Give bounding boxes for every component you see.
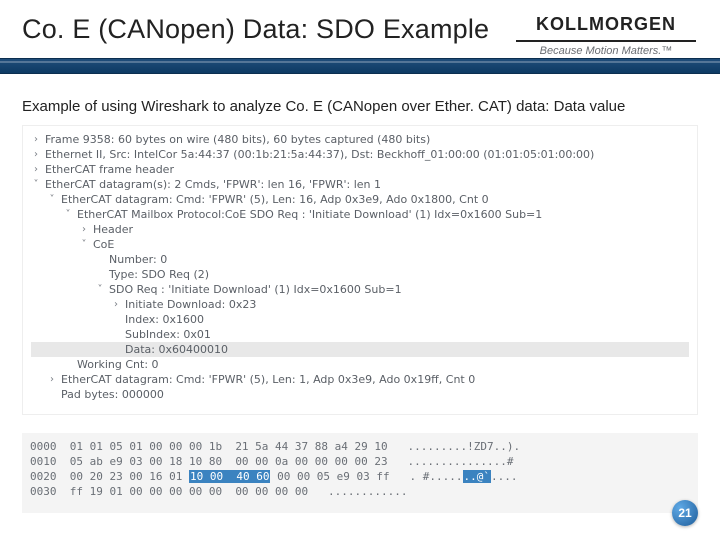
hex-ascii: ...............#: [408, 454, 514, 469]
caret-down-icon[interactable]: ˅: [47, 192, 57, 207]
hex-bytes: 00 20 23 00 16 01 10 00 40 60 00 00 05 e…: [70, 469, 390, 484]
detail-row[interactable]: ˅ EtherCAT Mailbox Protocol:CoE SDO Req :…: [31, 207, 689, 222]
detail-row[interactable]: Data: 0x60400010: [31, 342, 689, 357]
detail-row[interactable]: › Ethernet II, Src: IntelCor 5a:44:37 (00…: [31, 147, 689, 162]
detail-row[interactable]: Type: SDO Req (2): [31, 267, 689, 282]
hex-ascii-highlight: ..@`: [463, 470, 492, 483]
detail-text: Index: 0x1600: [125, 312, 204, 327]
detail-text: EtherCAT Mailbox Protocol:CoE SDO Req : …: [77, 207, 542, 222]
hex-ascii: ............: [328, 484, 407, 499]
detail-row[interactable]: ˅ SDO Req : 'Initiate Download' (1) Idx=0…: [31, 282, 689, 297]
detail-row[interactable]: › Frame 9358: 60 bytes on wire (480 bits)…: [31, 132, 689, 147]
detail-text: CoE: [93, 237, 114, 252]
detail-text: Number: 0: [109, 252, 167, 267]
brand-name: KOLLMORGEN: [516, 14, 696, 35]
detail-text: Header: [93, 222, 133, 237]
detail-text: EtherCAT datagram: Cmd: 'FPWR' (5), Len:…: [61, 372, 475, 387]
hex-ascii: .........!ZD7..).: [408, 439, 521, 454]
detail-row[interactable]: Number: 0: [31, 252, 689, 267]
detail-text: EtherCAT frame header: [45, 162, 174, 177]
detail-text: Working Cnt: 0: [77, 357, 159, 372]
slide-header: Co. E (CANopen) Data: SDO Example KOLLMO…: [0, 0, 720, 70]
hex-offset: 0020: [30, 469, 70, 484]
header-accent-bar: [0, 58, 720, 74]
detail-row[interactable]: Pad bytes: 000000: [31, 387, 689, 402]
detail-text: EtherCAT datagram: Cmd: 'FPWR' (5), Len:…: [61, 192, 489, 207]
hex-offset: 0030: [30, 484, 70, 499]
detail-row[interactable]: ˅ CoE: [31, 237, 689, 252]
hex-row[interactable]: 0010 05 ab e9 03 00 18 10 80 00 00 0a 00…: [30, 454, 690, 469]
hex-bytes: 05 ab e9 03 00 18 10 80 00 00 0a 00 00 0…: [70, 454, 388, 469]
detail-text: Frame 9358: 60 bytes on wire (480 bits),…: [45, 132, 430, 147]
hex-bytes: ff 19 01 00 00 00 00 00 00 00 00 00: [70, 484, 308, 499]
detail-text: Type: SDO Req (2): [109, 267, 209, 282]
detail-text: EtherCAT datagram(s): 2 Cmds, 'FPWR': le…: [45, 177, 381, 192]
caret-right-icon[interactable]: ›: [31, 132, 41, 147]
hex-bytes: 01 01 05 01 00 00 00 1b 21 5a 44 37 88 a…: [70, 439, 388, 454]
caret-down-icon[interactable]: ˅: [79, 237, 89, 252]
detail-row[interactable]: › Initiate Download: 0x23: [31, 297, 689, 312]
caret-right-icon[interactable]: ›: [31, 147, 41, 162]
caret-right-icon[interactable]: ›: [31, 162, 41, 177]
caret-down-icon[interactable]: ˅: [31, 177, 41, 192]
brand-tagline: Because Motion Matters.™: [516, 45, 696, 57]
detail-text: Ethernet II, Src: IntelCor 5a:44:37 (00:…: [45, 147, 594, 162]
detail-text: Pad bytes: 000000: [61, 387, 164, 402]
detail-text: SubIndex: 0x01: [125, 327, 211, 342]
detail-row[interactable]: › EtherCAT datagram: Cmd: 'FPWR' (5), Len…: [31, 372, 689, 387]
detail-row[interactable]: › EtherCAT frame header: [31, 162, 689, 177]
detail-text: SDO Req : 'Initiate Download' (1) Idx=0x…: [109, 282, 402, 297]
detail-row[interactable]: SubIndex: 0x01: [31, 327, 689, 342]
hex-offset: 0000: [30, 439, 70, 454]
hex-row[interactable]: 0020 00 20 23 00 16 01 10 00 40 60 00 00…: [30, 469, 690, 484]
caret-right-icon[interactable]: ›: [111, 297, 121, 312]
brand-block: KOLLMORGEN Because Motion Matters.™: [516, 14, 696, 57]
caret-down-icon[interactable]: ˅: [95, 282, 105, 297]
hex-offset: 0010: [30, 454, 70, 469]
detail-text: Initiate Download: 0x23: [125, 297, 256, 312]
hex-row[interactable]: 0000 01 01 05 01 00 00 00 1b 21 5a 44 37…: [30, 439, 690, 454]
detail-row[interactable]: Working Cnt: 0: [31, 357, 689, 372]
slide: Co. E (CANopen) Data: SDO Example KOLLMO…: [0, 0, 720, 540]
detail-row[interactable]: ˅ EtherCAT datagram: Cmd: 'FPWR' (5), Len…: [31, 192, 689, 207]
detail-row[interactable]: › Header: [31, 222, 689, 237]
caret-right-icon[interactable]: ›: [79, 222, 89, 237]
detail-row[interactable]: ˅ EtherCAT datagram(s): 2 Cmds, 'FPWR': l…: [31, 177, 689, 192]
slide-body: Example of using Wireshark to analyze Co…: [0, 70, 720, 415]
hex-bytes-highlight: 10 00 40 60: [189, 470, 270, 483]
detail-text: Data: 0x60400010: [125, 342, 228, 357]
brand-rule: [516, 40, 696, 42]
detail-row[interactable]: Index: 0x1600: [31, 312, 689, 327]
wireshark-hex-pane: 0000 01 01 05 01 00 00 00 1b 21 5a 44 37…: [22, 433, 698, 513]
lead-text: Example of using Wireshark to analyze Co…: [22, 98, 698, 115]
caret-right-icon[interactable]: ›: [47, 372, 57, 387]
hex-ascii: . #.......@`....: [410, 469, 518, 484]
wireshark-details-pane: › Frame 9358: 60 bytes on wire (480 bits)…: [22, 125, 698, 415]
page-number-badge: 21: [672, 500, 698, 526]
caret-down-icon[interactable]: ˅: [63, 207, 73, 222]
hex-row[interactable]: 0030 ff 19 01 00 00 00 00 00 00 00 00 00…: [30, 484, 690, 499]
